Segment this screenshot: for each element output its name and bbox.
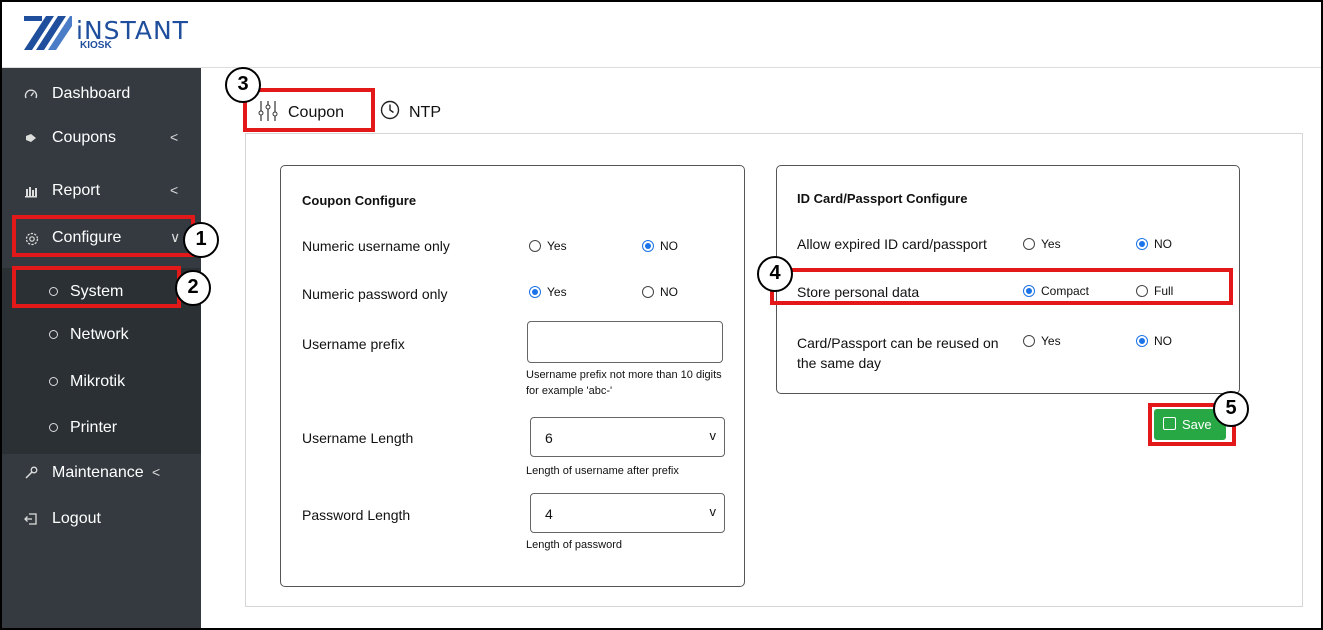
sidebar-item-network[interactable]: Network	[2, 317, 201, 353]
radio-label: NO	[660, 239, 678, 253]
username-prefix-input[interactable]	[527, 321, 723, 363]
sidebar-item-label: Maintenance	[52, 464, 144, 481]
chevron-down-icon: v	[709, 504, 717, 519]
sidebar-item-label: Printer	[70, 419, 118, 436]
allow-expired-label: Allow expired ID card/passport	[797, 236, 987, 252]
radio-dot	[1023, 238, 1035, 250]
username-prefix-label: Username prefix	[302, 336, 405, 352]
annotation-marker-5: 5	[1213, 391, 1249, 427]
annotation-marker-2: 2	[175, 270, 211, 306]
gauge-icon	[24, 87, 38, 101]
sidebar-item-label: Report	[52, 182, 101, 199]
card-title: ID Card/Passport Configure	[797, 191, 968, 206]
annotation-marker-1: 1	[183, 222, 219, 258]
password-length-label: Password Length	[302, 507, 411, 523]
radio-label: Yes	[1041, 237, 1061, 251]
coupon-configure-card: Coupon Configure Numeric username only Y…	[280, 165, 745, 587]
reuse-same-day-label: Card/Passport can be reused on the same …	[797, 335, 999, 371]
brand-logo[interactable]: iNSTANT KIOSK	[24, 16, 194, 56]
radio-dot-selected	[529, 286, 541, 298]
sidebar-item-label: Logout	[52, 510, 101, 527]
radio-dot-selected	[1136, 335, 1148, 347]
sidebar-item-maintenance[interactable]: Maintenance <	[2, 455, 201, 491]
annotation-marker-4: 4	[757, 256, 793, 292]
wrench-icon	[24, 466, 38, 480]
sidebar-item-label: Dashboard	[52, 85, 131, 102]
card-title: Coupon Configure	[302, 193, 417, 208]
sidebar-item-coupons[interactable]: Coupons <	[2, 120, 201, 156]
bar-chart-icon	[24, 184, 38, 198]
radio-dot-selected	[1136, 238, 1148, 250]
tag-icon	[24, 131, 38, 145]
chevron-left-icon: <	[152, 464, 161, 480]
radio-label: Yes	[547, 239, 567, 253]
radio-label: NO	[660, 285, 678, 299]
sidebar-item-report[interactable]: Report <	[2, 173, 201, 209]
annotation-box-store-personal	[770, 268, 1233, 305]
annotation-marker-3: 3	[225, 67, 261, 103]
radio-dot	[642, 286, 654, 298]
username-length-select[interactable]: 6 v	[530, 417, 725, 457]
sidebar-item-logout[interactable]: Logout	[2, 501, 201, 537]
circle-icon	[46, 421, 60, 435]
username-length-label: Username Length	[302, 430, 414, 446]
username-length-help: Length of username after prefix	[526, 465, 679, 477]
radio-dot	[1023, 335, 1035, 347]
circle-icon	[46, 375, 60, 389]
radio-label: NO	[1154, 237, 1172, 251]
select-value: 4	[545, 506, 553, 522]
radio-label: Yes	[547, 285, 567, 299]
radio-dot	[529, 240, 541, 252]
logo-mark-icon	[24, 16, 72, 50]
tab-label: NTP	[409, 104, 441, 121]
annotation-box-system	[12, 266, 181, 308]
sidebar-item-printer[interactable]: Printer	[2, 410, 201, 446]
select-value: 6	[545, 430, 553, 446]
tab-ntp[interactable]: NTP	[380, 94, 460, 130]
sidebar: Dashboard Coupons < Report < Configure ∨…	[2, 68, 201, 628]
numeric-password-label: Numeric password only	[302, 286, 448, 302]
username-prefix-help: Username prefix not more than 10 digits …	[526, 369, 722, 397]
brand-subtitle: KIOSK	[80, 40, 112, 51]
annotation-box-configure	[12, 215, 195, 257]
chevron-left-icon: <	[170, 129, 179, 145]
radio-label: Yes	[1041, 334, 1061, 348]
annotation-box-coupon-tab	[243, 88, 375, 132]
password-length-help: Length of password	[526, 539, 623, 551]
top-bar: iNSTANT KIOSK	[2, 2, 1321, 68]
chevron-down-icon: v	[709, 428, 717, 443]
password-length-select[interactable]: 4 v	[530, 493, 725, 533]
sidebar-item-mikrotik[interactable]: Mikrotik	[2, 364, 201, 400]
sidebar-item-label: Mikrotik	[70, 373, 126, 390]
sidebar-item-label: Network	[70, 326, 129, 343]
radio-label: NO	[1154, 334, 1172, 348]
numeric-username-label: Numeric username only	[302, 238, 450, 254]
sidebar-item-label: Coupons	[52, 129, 117, 146]
sidebar-item-dashboard[interactable]: Dashboard	[2, 76, 201, 112]
circle-icon	[46, 328, 60, 342]
chevron-left-icon: <	[170, 182, 179, 198]
logout-icon	[24, 512, 38, 526]
radio-dot-selected	[642, 240, 654, 252]
clock-icon	[380, 100, 400, 125]
